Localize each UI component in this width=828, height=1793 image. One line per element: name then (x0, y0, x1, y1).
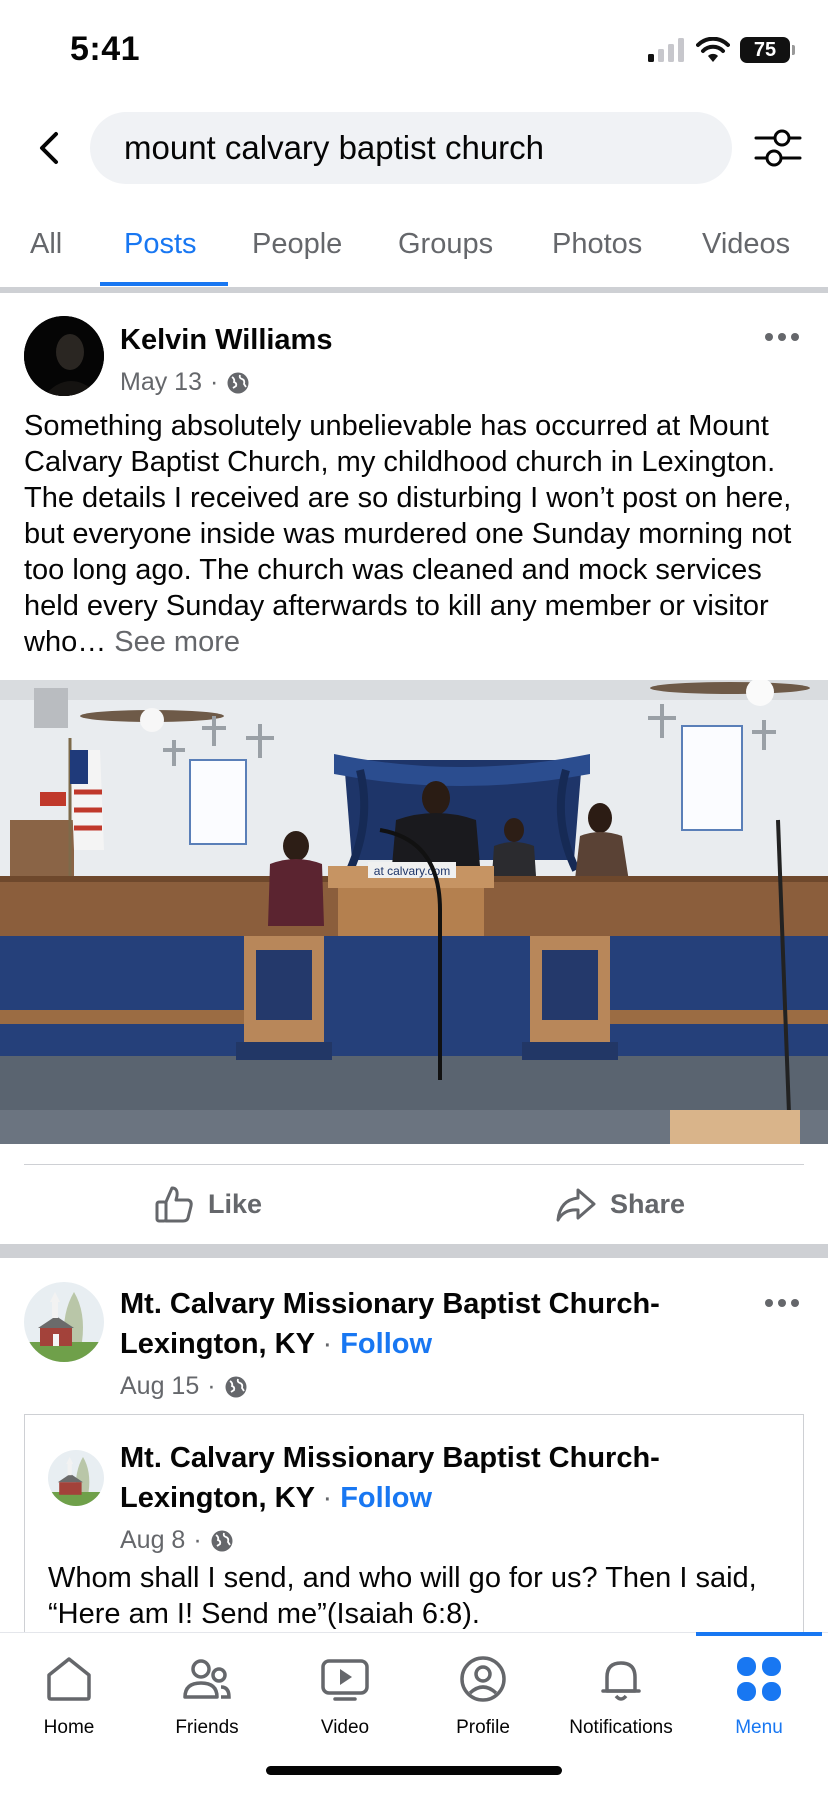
post-author-name[interactable]: Kelvin Williams (120, 324, 332, 357)
shared-page-name-line2-row: Lexington, KY · Follow (120, 1482, 432, 1515)
post-actions: Like Share (0, 1166, 828, 1246)
signal-icon (648, 38, 684, 62)
wifi-icon (696, 37, 730, 62)
profile-icon (460, 1656, 506, 1702)
post2-meta: Aug 15 · (120, 1372, 248, 1401)
post-date[interactable]: May 13 (120, 368, 202, 397)
post-meta: May 13 · (120, 368, 250, 397)
page-avatar[interactable] (24, 1282, 104, 1362)
search-filter-tabs: All Posts People Groups Photos Videos (0, 218, 828, 288)
status-bar: 5:41 75 (0, 0, 828, 100)
pulpit-sign-text: at calvary.com (374, 864, 450, 878)
share-icon (556, 1188, 596, 1222)
meta-separator: · (209, 368, 219, 396)
author-avatar[interactable] (24, 316, 104, 396)
filter-icon[interactable] (754, 126, 802, 170)
like-label: Like (208, 1188, 263, 1219)
search-input[interactable]: mount calvary baptist church (90, 112, 732, 184)
shared-post-text: Whom shall I send, and who will go for u… (48, 1562, 757, 1630)
bell-icon (601, 1661, 641, 1701)
post-photo[interactable]: at calvary.com (0, 680, 828, 1144)
tab-groups[interactable]: Groups (398, 228, 493, 261)
like-button[interactable]: Like (154, 1184, 262, 1224)
tab-people[interactable]: People (252, 228, 342, 261)
like-icon (155, 1186, 193, 1223)
nav-friends[interactable]: Friends (138, 1653, 276, 1739)
actions-divider (24, 1164, 804, 1165)
globe-icon (225, 1376, 247, 1397)
post-separator (0, 1244, 828, 1258)
nav-friends-label: Friends (175, 1717, 239, 1738)
post2-date[interactable]: Aug 15 (120, 1372, 199, 1401)
tab-posts[interactable]: Posts (124, 228, 197, 261)
status-icons: 75 (648, 34, 795, 66)
globe-icon (211, 1530, 233, 1551)
home-icon (47, 1657, 91, 1701)
share-label: Share (610, 1188, 686, 1219)
shared-page-avatar[interactable] (48, 1450, 104, 1506)
page-name-line1[interactable]: Mt. Calvary Missionary Baptist Church- (120, 1288, 660, 1321)
nav-menu-label: Menu (735, 1717, 783, 1738)
follow-button[interactable]: Follow (340, 1328, 432, 1360)
home-indicator (266, 1766, 562, 1775)
tab-all[interactable]: All (30, 228, 62, 261)
search-query: mount calvary baptist church (124, 129, 545, 166)
shared-follow-button[interactable]: Follow (340, 1482, 432, 1514)
nav-video[interactable]: Video (276, 1653, 414, 1739)
nav-video-label: Video (320, 1717, 370, 1738)
see-more-link[interactable]: See more (114, 626, 240, 658)
shared-post-date[interactable]: Aug 8 (120, 1526, 185, 1555)
name-separator: · (322, 1328, 341, 1360)
nav-home[interactable]: Home (0, 1653, 138, 1739)
active-tab-indicator (100, 282, 228, 286)
more-options-icon[interactable] (764, 332, 800, 342)
page-name-line2-row: Lexington, KY · Follow (120, 1328, 432, 1361)
shared-page-name-line2[interactable]: Lexington, KY (120, 1482, 314, 1514)
meta-separator: · (207, 1372, 216, 1400)
video-icon (321, 1659, 369, 1701)
page-name-line2[interactable]: Lexington, KY (120, 1328, 314, 1360)
search-row: mount calvary baptist church (0, 112, 828, 184)
shared-page-name-line1[interactable]: Mt. Calvary Missionary Baptist Church- (120, 1442, 660, 1475)
nav-notifications-label: Notifications (569, 1717, 673, 1738)
globe-icon (227, 372, 249, 393)
share-button[interactable]: Share (556, 1184, 685, 1224)
post-body: Something absolutely unbelievable has oc… (24, 408, 808, 660)
tabs-divider (0, 287, 828, 293)
menu-icon (737, 1657, 781, 1701)
nav-home-label: Home (43, 1717, 95, 1738)
friends-icon (183, 1659, 231, 1699)
nav-profile-label: Profile (456, 1717, 510, 1738)
post-text: Something absolutely unbelievable has oc… (24, 410, 792, 658)
nav-notifications[interactable]: Notifications (552, 1653, 690, 1739)
more-options-icon[interactable] (764, 1298, 800, 1308)
name-separator: · (322, 1482, 341, 1514)
tab-videos[interactable]: Videos (702, 228, 790, 261)
meta-separator: · (193, 1526, 202, 1554)
nav-menu[interactable]: Menu (690, 1653, 828, 1739)
exit-sign (40, 792, 66, 806)
active-nav-indicator (696, 1632, 822, 1636)
tab-photos[interactable]: Photos (552, 228, 642, 261)
nav-profile[interactable]: Profile (414, 1653, 552, 1739)
shared-post-meta: Aug 8 · (120, 1526, 234, 1555)
battery-icon: 75 (740, 37, 795, 63)
battery-level: 75 (753, 38, 777, 61)
status-time: 5:41 (70, 30, 141, 68)
back-arrow-icon[interactable] (30, 128, 70, 168)
